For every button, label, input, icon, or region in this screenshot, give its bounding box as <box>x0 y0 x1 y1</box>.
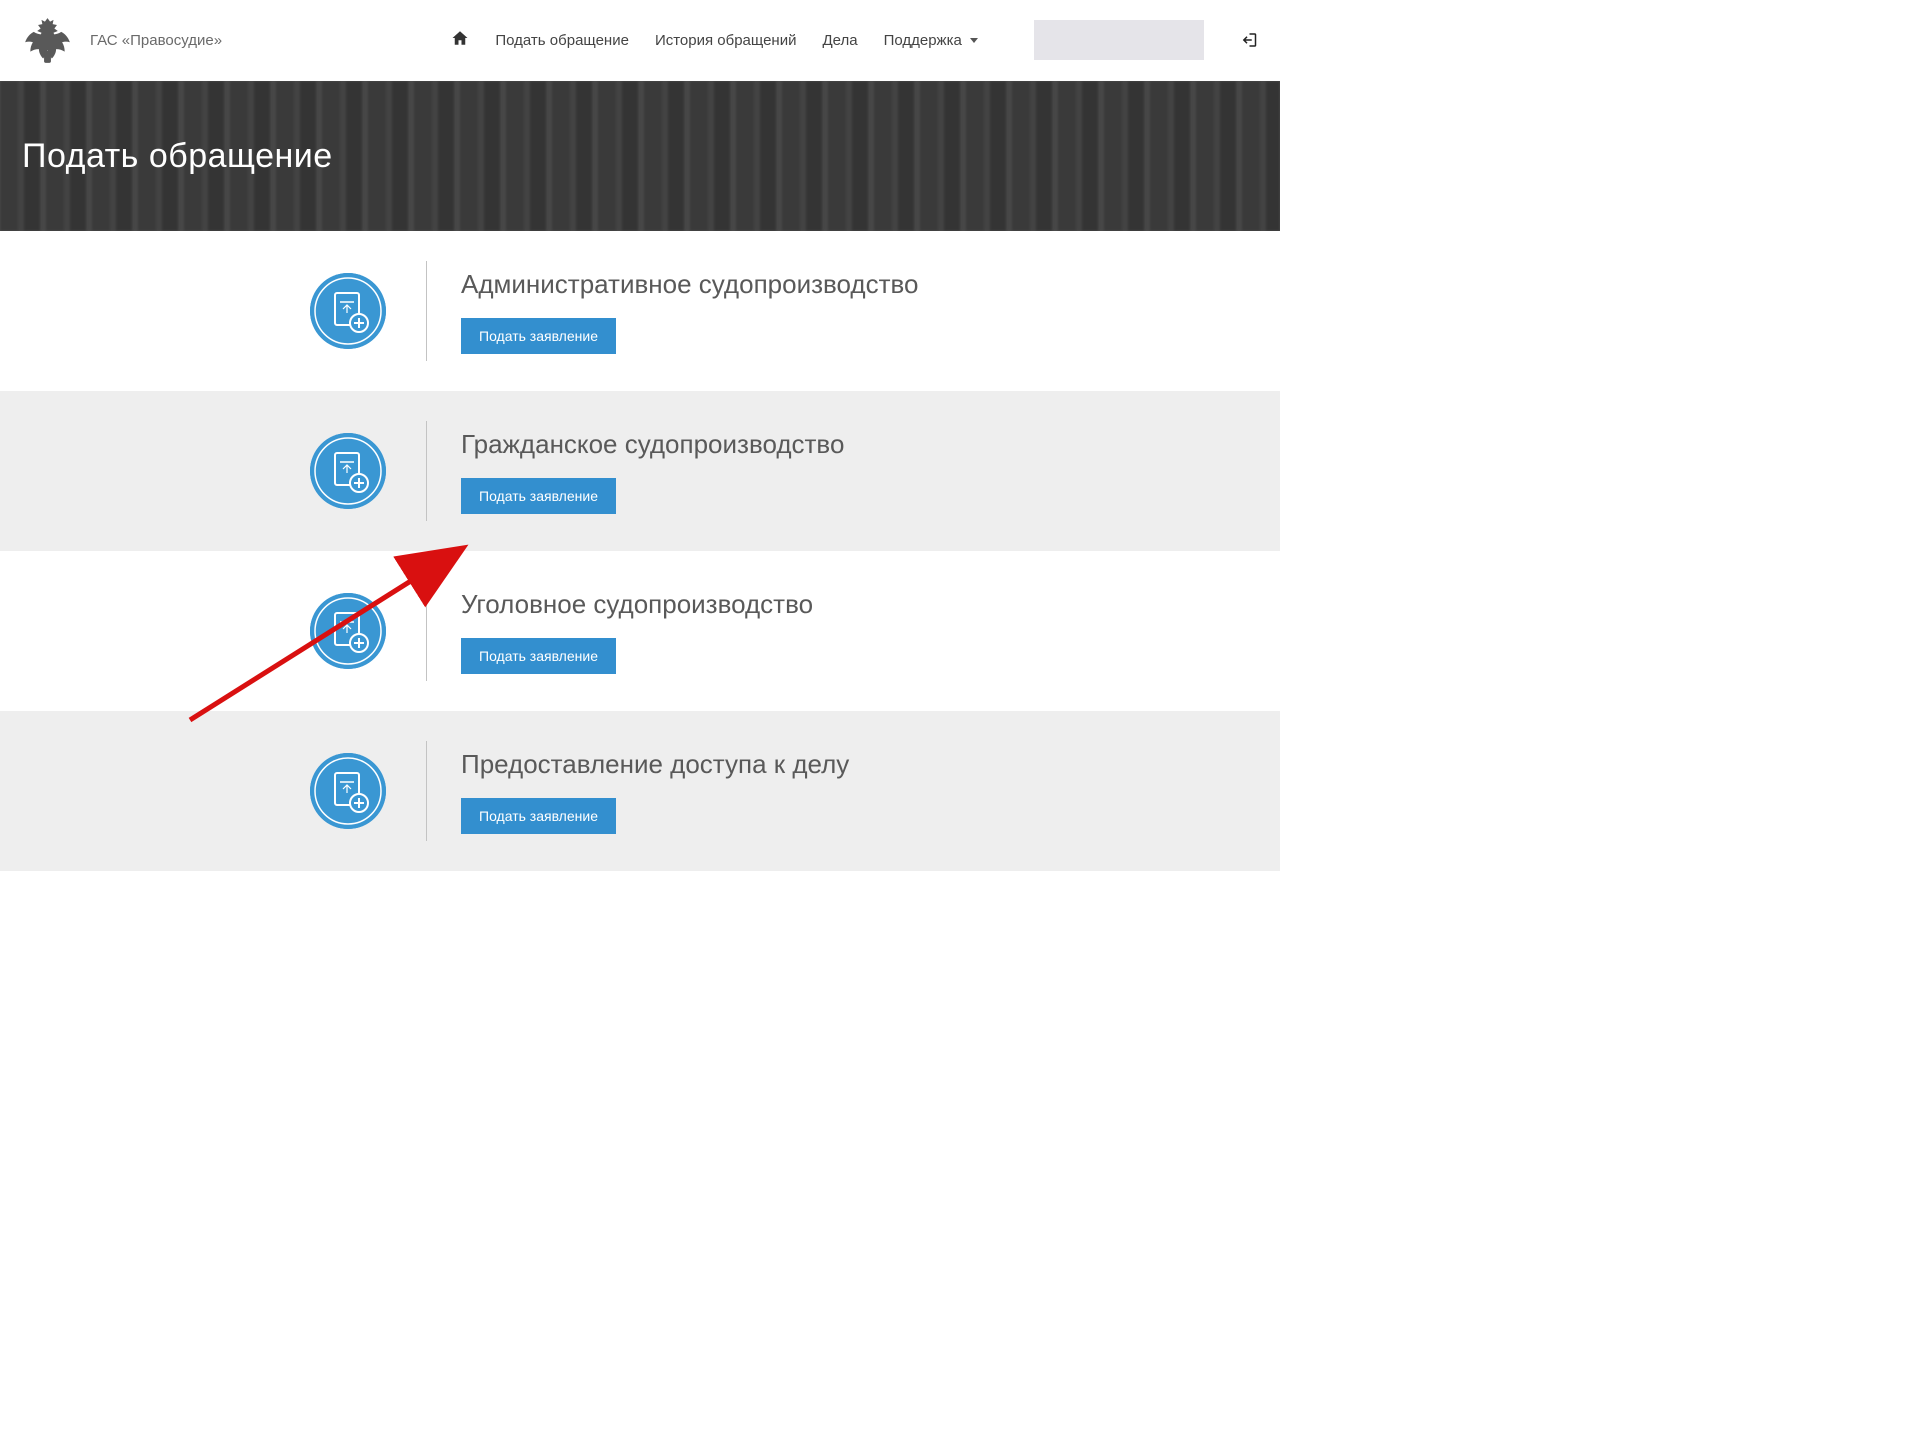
nav-support[interactable]: Поддержка <box>884 32 978 49</box>
section-body: Гражданское судопроизводство Подать заяв… <box>461 429 844 514</box>
divider <box>426 261 427 361</box>
section-title: Предоставление доступа к делу <box>461 749 849 780</box>
document-add-icon <box>310 753 386 829</box>
nav-history[interactable]: История обращений <box>655 32 797 49</box>
page-title: Подать обращение <box>22 137 333 176</box>
chevron-down-icon <box>970 38 978 43</box>
section-body: Предоставление доступа к делу Подать зая… <box>461 749 849 834</box>
section-body: Административное судопроизводство Подать… <box>461 269 918 354</box>
document-add-icon <box>310 433 386 509</box>
section-administrative: Административное судопроизводство Подать… <box>0 231 1280 391</box>
eagle-logo-icon <box>20 13 75 68</box>
section-title: Гражданское судопроизводство <box>461 429 844 460</box>
nav-home[interactable] <box>451 29 469 51</box>
user-info-box[interactable] <box>1034 20 1204 60</box>
logout-icon <box>1242 31 1260 49</box>
home-icon <box>451 29 469 47</box>
logout-button[interactable] <box>1242 31 1260 49</box>
submit-button-administrative[interactable]: Подать заявление <box>461 318 616 354</box>
submit-button-access[interactable]: Подать заявление <box>461 798 616 834</box>
divider <box>426 421 427 521</box>
hero-banner: Подать обращение <box>0 81 1280 231</box>
submit-button-civil[interactable]: Подать заявление <box>461 478 616 514</box>
section-title: Уголовное судопроизводство <box>461 589 813 620</box>
nav-cases[interactable]: Дела <box>822 32 857 49</box>
section-civil: Гражданское судопроизводство Подать заяв… <box>0 391 1280 551</box>
brand-title: ГАС «Правосудие» <box>90 32 222 49</box>
divider <box>426 741 427 841</box>
document-add-icon <box>310 593 386 669</box>
section-body: Уголовное судопроизводство Подать заявле… <box>461 589 813 674</box>
service-list: Административное судопроизводство Подать… <box>0 231 1280 871</box>
section-access: Предоставление доступа к делу Подать зая… <box>0 711 1280 871</box>
section-criminal: Уголовное судопроизводство Подать заявле… <box>0 551 1280 711</box>
document-add-icon <box>310 273 386 349</box>
nav-submit[interactable]: Подать обращение <box>495 32 629 49</box>
divider <box>426 581 427 681</box>
section-title: Административное судопроизводство <box>461 269 918 300</box>
header: ГАС «Правосудие» Подать обращение Истори… <box>0 0 1280 80</box>
nav-support-label: Поддержка <box>884 32 962 49</box>
nav: Подать обращение История обращений Дела … <box>451 20 1260 60</box>
submit-button-criminal[interactable]: Подать заявление <box>461 638 616 674</box>
